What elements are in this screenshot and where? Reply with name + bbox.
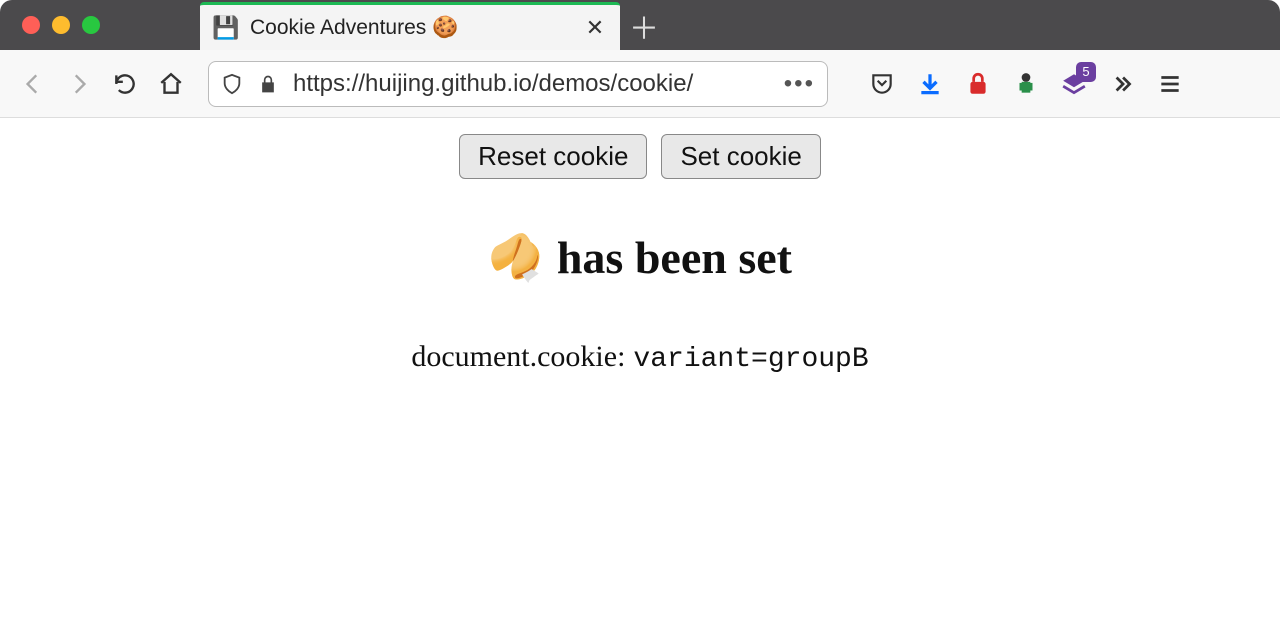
url-text: https://huijing.github.io/demos/cookie/ — [293, 70, 770, 98]
reload-button[interactable] — [110, 69, 140, 99]
page-heading: 🥠 has been set — [488, 231, 792, 284]
avatar-icon[interactable] — [1012, 70, 1040, 98]
heading-text: has been set — [557, 231, 792, 284]
window-close-button[interactable] — [22, 16, 40, 34]
tab-close-icon[interactable]: ✕ — [584, 15, 606, 41]
extension-badge: 5 — [1076, 62, 1096, 82]
lock-icon[interactable] — [257, 73, 279, 95]
window-maximize-button[interactable] — [82, 16, 100, 34]
new-tab-button[interactable]: ＋ — [620, 2, 668, 50]
layers-extension-icon[interactable]: 5 — [1060, 70, 1088, 98]
cookie-value: variant=groupB — [633, 344, 868, 375]
browser-toolbar: https://huijing.github.io/demos/cookie/ … — [0, 50, 1280, 118]
set-cookie-button[interactable]: Set cookie — [661, 134, 820, 179]
cookie-label: document.cookie: — [411, 340, 625, 374]
cookie-display: document.cookie: variant=groupB — [411, 340, 868, 375]
browser-tab[interactable]: 💾 Cookie Adventures 🍪 ✕ — [200, 2, 620, 50]
window-minimize-button[interactable] — [52, 16, 70, 34]
tab-title: Cookie Adventures 🍪 — [250, 16, 572, 40]
reset-cookie-button[interactable]: Reset cookie — [459, 134, 647, 179]
tracking-shield-icon[interactable] — [221, 73, 243, 95]
home-button[interactable] — [156, 69, 186, 99]
overflow-icon[interactable] — [1108, 70, 1136, 98]
back-button[interactable] — [18, 69, 48, 99]
address-bar[interactable]: https://huijing.github.io/demos/cookie/ … — [208, 61, 828, 107]
hamburger-menu-icon[interactable] — [1156, 70, 1184, 98]
window-titlebar: 💾 Cookie Adventures 🍪 ✕ ＋ — [0, 0, 1280, 50]
security-lock-icon[interactable] — [964, 70, 992, 98]
page-content: Reset cookie Set cookie 🥠 has been set d… — [0, 118, 1280, 631]
fortune-cookie-icon: 🥠 — [488, 232, 543, 284]
tab-favicon-icon: 💾 — [214, 16, 238, 40]
page-actions-icon[interactable]: ••• — [784, 70, 815, 98]
pocket-icon[interactable] — [868, 70, 896, 98]
forward-button[interactable] — [64, 69, 94, 99]
downloads-icon[interactable] — [916, 70, 944, 98]
